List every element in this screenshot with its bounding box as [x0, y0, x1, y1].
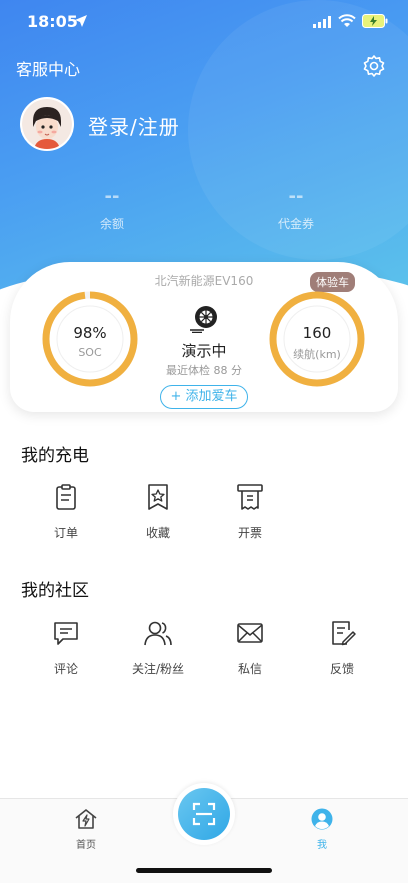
tab-home[interactable]: 首页 [66, 808, 106, 851]
trial-car-badge: 体验车 [310, 272, 355, 292]
orders-label: 订单 [53, 526, 78, 540]
signal-icon [313, 16, 331, 28]
scan-button[interactable] [178, 788, 230, 840]
scan-icon [192, 802, 216, 826]
tab-me[interactable]: 我 [302, 808, 342, 851]
invoice-label: 开票 [237, 526, 262, 540]
receipt-icon [237, 484, 263, 510]
balance-stat[interactable]: -- 余额 [52, 186, 172, 232]
recent-check-score: 最近体检 88 分 [166, 364, 242, 377]
messages-button[interactable]: 私信 [205, 618, 295, 677]
my-community-title: 我的社区 [21, 581, 89, 601]
feedback-button[interactable]: 反馈 [297, 618, 387, 677]
follow-fans-button[interactable]: 关注/粉丝 [113, 618, 203, 677]
people-icon [144, 621, 172, 646]
coupon-stat[interactable]: -- 代金券 [236, 186, 356, 232]
car-status: 演示中 [181, 342, 227, 360]
balance-label: 余额 [99, 217, 124, 231]
feedback-label: 反馈 [329, 662, 354, 676]
user-icon [311, 808, 333, 830]
clipboard-icon [56, 484, 76, 510]
feedback-icon [332, 621, 356, 646]
tab-home-label: 首页 [76, 840, 96, 851]
tire-icon [190, 306, 217, 333]
service-center-link[interactable]: 客服中心 [16, 56, 80, 80]
favorites-button[interactable]: 收藏 [113, 482, 203, 541]
status-time: 18:05 [27, 12, 78, 31]
orders-button[interactable]: 订单 [21, 482, 111, 541]
avatar[interactable] [20, 97, 74, 151]
comments-label: 评论 [53, 662, 78, 676]
add-car-button[interactable]: + 添加爱车 [160, 385, 248, 409]
battery-charging-icon [362, 14, 388, 28]
invoice-button[interactable]: 开票 [205, 482, 295, 541]
login-register-link[interactable]: 登录/注册 [88, 111, 180, 140]
favorites-label: 收藏 [145, 526, 170, 540]
coupon-label: 代金券 [277, 217, 314, 231]
follow-fans-label: 关注/粉丝 [131, 662, 185, 676]
wifi-icon [338, 14, 356, 27]
comment-icon [54, 622, 78, 645]
tab-me-label: 我 [317, 840, 327, 851]
location-arrow-icon [75, 15, 87, 27]
home-indicator [136, 868, 272, 873]
comments-button[interactable]: 评论 [21, 618, 111, 677]
balance-value: -- [104, 186, 120, 207]
avatar-icon [22, 99, 72, 149]
gear-icon[interactable] [362, 54, 386, 78]
star-bookmark-icon [148, 484, 168, 510]
my-charging-title: 我的充电 [21, 446, 89, 466]
messages-label: 私信 [237, 662, 262, 676]
coupon-value: -- [288, 186, 304, 207]
home-bolt-icon [75, 809, 97, 829]
status-bar: 18:05 [0, 0, 408, 44]
mail-icon [237, 623, 263, 643]
